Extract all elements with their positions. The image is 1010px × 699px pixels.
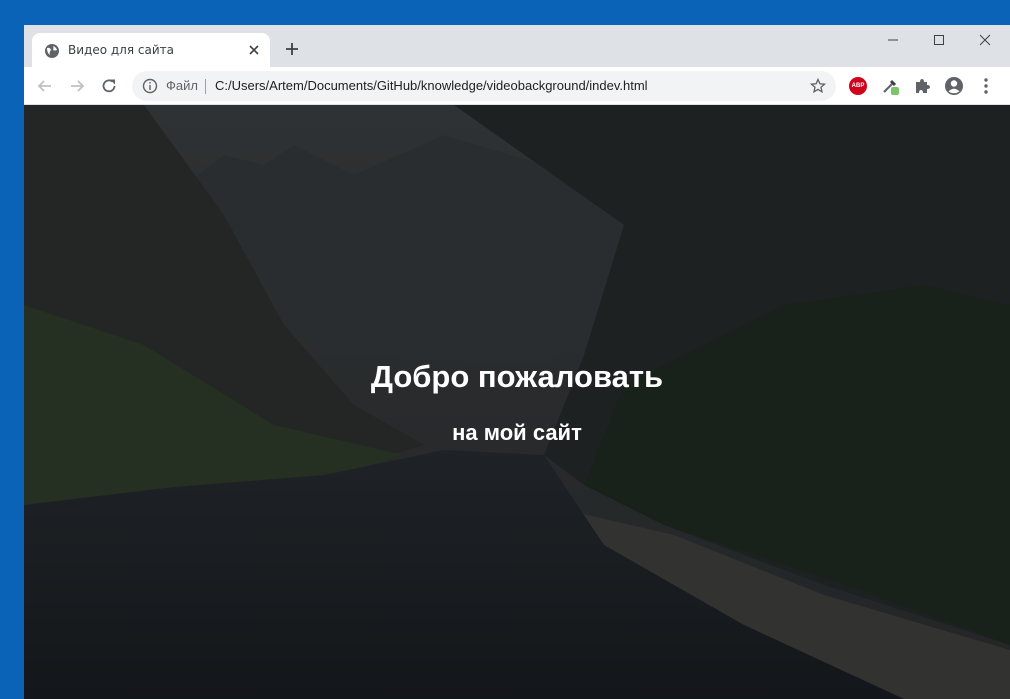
forward-arrow-icon[interactable] xyxy=(68,77,86,95)
scheme-label: Файл xyxy=(166,78,198,93)
adblock-extension-icon[interactable]: ABP xyxy=(849,77,867,95)
minimize-icon[interactable] xyxy=(882,31,904,49)
puzzle-icon[interactable] xyxy=(912,76,932,96)
tab-strip: Видео для сайта xyxy=(24,25,1010,67)
plus-icon[interactable] xyxy=(284,41,300,57)
video-background: Добро пожаловать на мой сайт xyxy=(24,105,1010,699)
welcome-heading: Добро пожаловать xyxy=(370,359,664,394)
browser-window: Видео для сайта Файл C:/Users/Artem/Docu… xyxy=(24,25,1010,699)
reload-icon[interactable] xyxy=(100,77,118,95)
url-text[interactable]: C:/Users/Artem/Documents/GitHub/knowledg… xyxy=(215,78,648,93)
address-bar[interactable]: Файл C:/Users/Artem/Documents/GitHub/kno… xyxy=(132,71,836,101)
close-icon[interactable] xyxy=(246,42,262,58)
profile-icon[interactable] xyxy=(944,76,964,96)
eyedropper-icon[interactable] xyxy=(880,76,900,96)
tab-title: Видео для сайта xyxy=(68,43,174,57)
star-icon[interactable] xyxy=(810,78,826,94)
divider xyxy=(205,79,206,94)
close-window-icon[interactable] xyxy=(974,31,996,49)
globe-icon xyxy=(45,44,59,58)
maximize-icon[interactable] xyxy=(928,31,950,49)
abp-label: ABP xyxy=(851,83,865,89)
toolbar: Файл C:/Users/Artem/Documents/GitHub/kno… xyxy=(24,67,1010,104)
mountain-lake-image xyxy=(24,105,1010,699)
welcome-subheading: на мой сайт xyxy=(452,420,582,445)
kebab-menu-icon[interactable] xyxy=(976,76,996,96)
back-arrow-icon[interactable] xyxy=(36,77,54,95)
info-icon[interactable] xyxy=(142,78,158,94)
tab-active[interactable]: Видео для сайта xyxy=(32,33,270,67)
